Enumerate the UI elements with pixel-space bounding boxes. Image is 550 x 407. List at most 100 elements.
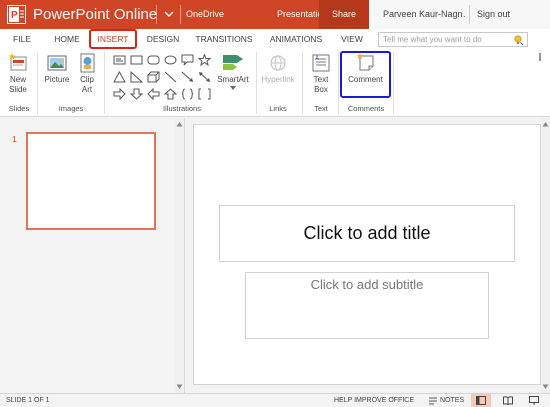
new-slide-icon — [8, 53, 27, 71]
group-separator — [393, 52, 394, 114]
chevron-down-icon[interactable] — [161, 6, 177, 22]
text-box-icon: A — [312, 54, 330, 72]
sign-out-link[interactable]: Sign out — [477, 9, 510, 19]
bracket-shape-icon[interactable] — [198, 88, 211, 100]
lightbulb-search-icon[interactable] — [512, 34, 524, 46]
title-bar: P PowerPoint Online OneDrive Presentatio… — [0, 0, 550, 29]
thumbnail-number: 1 — [12, 134, 17, 144]
smartart-label: SmartArt — [217, 75, 249, 84]
new-slide-button[interactable]: New Slide — [3, 52, 33, 95]
insert-tab-highlight — [89, 29, 137, 49]
picture-button[interactable]: Picture — [41, 52, 73, 85]
user-name[interactable]: Parveen Kaur-Nagn… — [383, 9, 465, 19]
double-arrow-line-shape-icon[interactable] — [198, 71, 211, 83]
user-area: Parveen Kaur-Nagn… Sign out — [369, 0, 550, 29]
chevron-down-icon[interactable] — [230, 86, 236, 90]
left-arrow-shape-icon[interactable] — [147, 88, 160, 100]
slide-thumbnail-pane: 1 — [0, 118, 176, 393]
right-triangle-shape-icon[interactable] — [130, 71, 143, 83]
scroll-down-icon[interactable] — [542, 383, 549, 390]
notes-icon — [429, 397, 437, 405]
title-separator — [156, 5, 157, 24]
tab-file[interactable]: FILE — [8, 29, 36, 49]
powerpoint-online-window: P PowerPoint Online OneDrive Presentatio… — [0, 0, 550, 407]
title-placeholder[interactable]: Click to add title — [219, 205, 515, 262]
text-box-label-2: Box — [314, 85, 328, 94]
brace-shape-icon[interactable] — [181, 88, 194, 100]
slide-thumbnail[interactable] — [26, 132, 156, 230]
group-separator — [37, 52, 38, 114]
tell-me-input[interactable] — [379, 33, 509, 46]
clip-art-label-2: Art — [81, 85, 93, 94]
scroll-up-icon[interactable] — [542, 121, 549, 128]
arrow-line-shape-icon[interactable] — [181, 71, 194, 83]
right-arrow-shape-icon[interactable] — [113, 88, 126, 100]
slide-scrollbar[interactable] — [541, 118, 550, 393]
line-shape-icon[interactable] — [164, 71, 177, 83]
rounded-rectangle-shape-icon[interactable] — [147, 54, 160, 66]
tab-home[interactable]: HOME — [50, 29, 84, 49]
slide-canvas[interactable]: Click to add title Click to add subtitle — [193, 124, 541, 385]
new-slide-label-1: New — [9, 75, 26, 84]
group-separator — [104, 52, 105, 114]
slide-show-button[interactable] — [524, 394, 544, 407]
user-separator — [469, 5, 470, 24]
title-separator — [180, 5, 181, 24]
clip-art-button[interactable]: Clip Art — [74, 52, 100, 95]
up-arrow-shape-icon[interactable] — [164, 88, 177, 100]
collapse-ribbon-icon[interactable] — [535, 52, 545, 62]
star-shape-icon[interactable] — [198, 54, 211, 66]
svg-text:A: A — [315, 56, 319, 62]
group-separator — [302, 52, 303, 114]
tab-view[interactable]: VIEW — [338, 29, 366, 49]
notes-label: NOTES — [440, 397, 465, 404]
svg-text:P: P — [11, 10, 18, 21]
slide-show-icon — [529, 396, 539, 405]
hyperlink-button[interactable]: Hyperlink — [258, 52, 298, 85]
text-box-button[interactable]: A Text Box — [306, 52, 336, 95]
share-button[interactable]: Share — [319, 0, 369, 29]
normal-view-icon — [476, 396, 486, 405]
group-separator — [338, 52, 339, 114]
hyperlink-label: Hyperlink — [261, 75, 295, 84]
rectangle-shape-icon[interactable] — [130, 54, 143, 66]
app-name[interactable]: PowerPoint Online — [33, 5, 157, 24]
clip-art-label-1: Clip — [80, 75, 94, 84]
powerpoint-logo-icon[interactable]: P — [7, 5, 26, 24]
picture-icon — [47, 55, 67, 71]
comment-button-highlight — [340, 51, 391, 98]
new-slide-label-2: Slide — [9, 85, 27, 94]
tell-me-box — [378, 32, 528, 47]
triangle-shape-icon[interactable] — [113, 71, 126, 83]
picture-label: Picture — [44, 75, 70, 84]
scroll-up-icon[interactable] — [176, 121, 183, 128]
normal-view-button[interactable] — [471, 394, 491, 407]
group-label-illustrations: Illustrations — [163, 104, 201, 113]
text-box-shape-icon[interactable] — [113, 54, 126, 66]
group-label-links: Links — [269, 104, 287, 113]
breadcrumb-onedrive[interactable]: OneDrive — [186, 9, 224, 19]
down-arrow-shape-icon[interactable] — [130, 88, 143, 100]
status-bar: SLIDE 1 OF 1 HELP IMPROVE OFFICE NOTES — [0, 393, 550, 407]
reading-view-button[interactable] — [498, 394, 518, 407]
text-box-label-1: Text — [313, 75, 329, 84]
subtitle-placeholder[interactable]: Click to add subtitle — [245, 272, 489, 339]
slide-count: SLIDE 1 OF 1 — [6, 397, 50, 404]
tab-animations[interactable]: ANIMATIONS — [266, 29, 326, 49]
callout-shape-icon[interactable] — [181, 54, 194, 66]
group-label-images: Images — [58, 104, 84, 113]
hyperlink-icon — [270, 55, 286, 71]
oval-shape-icon[interactable] — [164, 54, 177, 66]
tab-design[interactable]: DESIGN — [142, 29, 184, 49]
cube-shape-icon[interactable] — [147, 71, 160, 83]
help-improve-office-link[interactable]: HELP IMPROVE OFFICE — [334, 397, 414, 404]
reading-view-icon — [503, 396, 513, 405]
group-label-text: Text — [314, 104, 328, 113]
tab-transitions[interactable]: TRANSITIONS — [193, 29, 255, 49]
scroll-down-icon[interactable] — [176, 383, 183, 390]
smartart-icon — [223, 55, 243, 70]
thumbnail-scrollbar[interactable] — [175, 118, 184, 393]
group-label-comments: Comments — [347, 104, 385, 113]
smartart-button[interactable]: SmartArt — [214, 52, 252, 90]
clip-art-icon — [80, 53, 95, 73]
